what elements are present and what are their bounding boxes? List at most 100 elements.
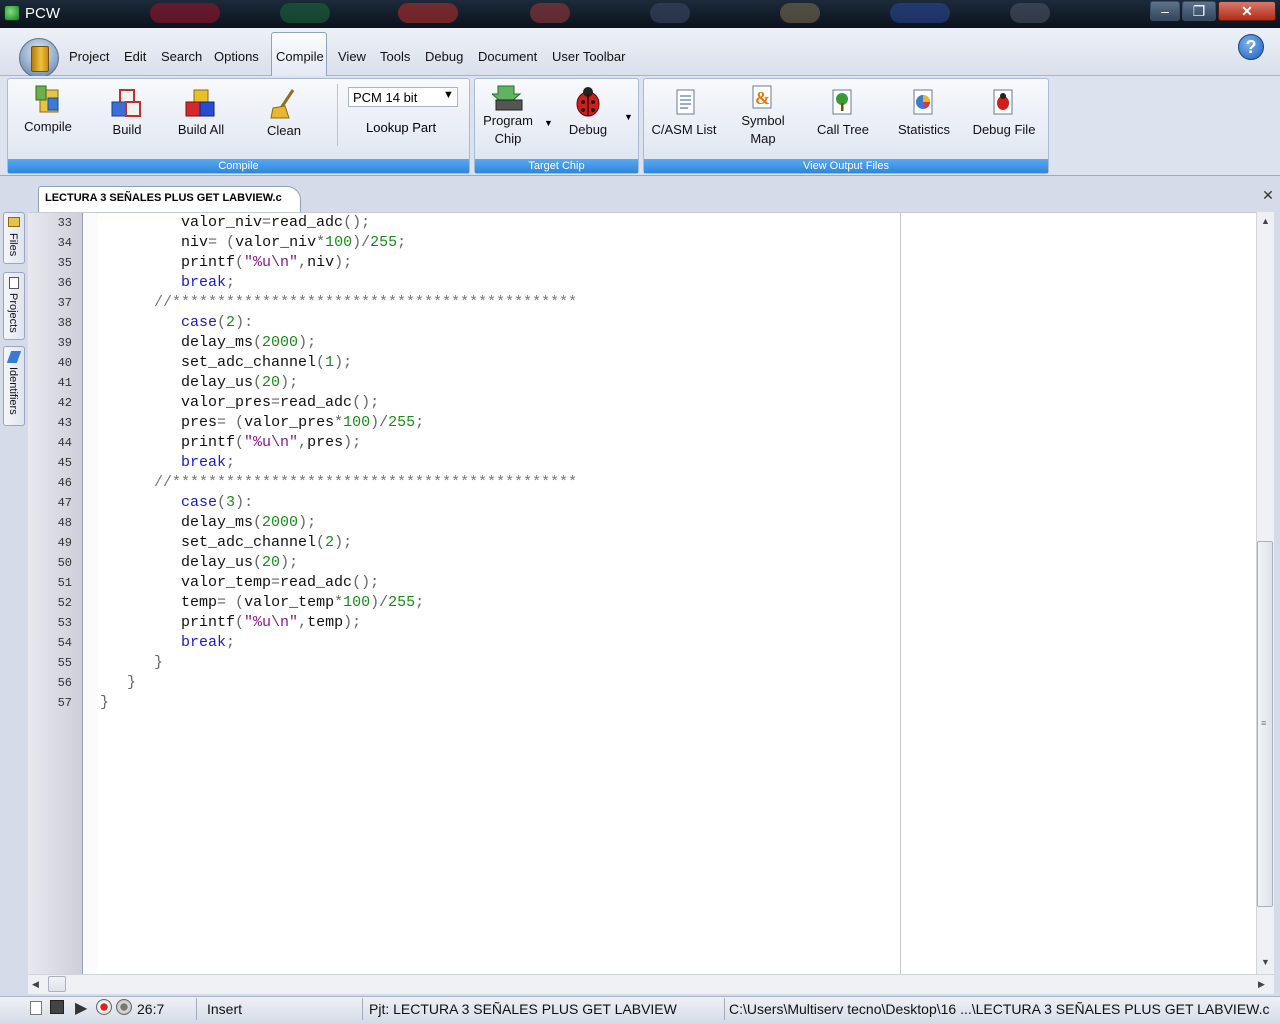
scroll-right-icon[interactable]: ▶ [1258, 979, 1265, 990]
menu-user-toolbar[interactable]: User Toolbar [552, 49, 625, 64]
statistics-button[interactable]: Statistics [893, 88, 955, 139]
build-all-button[interactable]: Build All [170, 88, 232, 139]
code-token: delay_ms [181, 514, 254, 531]
close-window-button[interactable]: ✕ [1218, 1, 1276, 21]
code-line: temp= (valor_temp*100)/255; [100, 594, 424, 611]
code-token: 255 [388, 414, 416, 431]
code-token: ); [334, 254, 353, 271]
document-tab-title: LECTURA 3 SEÑALES PLUS GET LABVIEW.c [45, 192, 282, 204]
code-token: = [262, 214, 272, 231]
help-button[interactable]: ? [1238, 34, 1264, 60]
compile-button[interactable]: Compile [18, 84, 78, 136]
sidebar-tab-projects[interactable]: Projects [3, 272, 25, 340]
broom-icon [270, 89, 295, 119]
code-token: printf [181, 254, 236, 271]
code-token: valor_temp [244, 594, 335, 611]
menu-tools[interactable]: Tools [380, 49, 410, 64]
debug-button[interactable]: Debug [562, 86, 614, 139]
save-icon[interactable] [50, 1000, 64, 1014]
scroll-up-icon[interactable]: ▲ [1261, 216, 1270, 226]
casm-list-button[interactable]: C/ASM List [648, 88, 720, 139]
debug-file-button[interactable]: Debug File [968, 88, 1040, 139]
sidebar-tab-identifiers[interactable]: Identifiers [3, 346, 25, 426]
code-token: } [154, 654, 164, 671]
menu-edit[interactable]: Edit [124, 49, 146, 64]
line-number: 37 [57, 296, 72, 310]
clean-button[interactable]: Clean [258, 88, 310, 140]
program-chip-dropdown-icon[interactable]: ▼ [544, 118, 553, 128]
code-token: ; [415, 594, 425, 611]
symbol-map-label-1: Symbol [741, 113, 785, 128]
horizontal-scrollbar[interactable]: ◀ ▶ [28, 974, 1274, 994]
call-tree-button[interactable]: Call Tree [812, 88, 874, 139]
menu-search[interactable]: Search [161, 49, 202, 64]
run-icon[interactable]: ▶ [75, 998, 87, 1018]
code-line: valor_niv=read_adc(); [100, 214, 370, 231]
symbol-map-button[interactable]: & Symbol Map [736, 84, 790, 148]
horizontal-scroll-thumb[interactable] [48, 976, 66, 992]
code-token: 2000 [262, 514, 299, 531]
code-token: ); [298, 334, 317, 351]
pcm-select[interactable]: PCM 14 bit ▼ [348, 87, 458, 107]
scroll-left-icon[interactable]: ◀ [32, 979, 39, 990]
sidebar-tab-files[interactable]: Files [3, 212, 25, 264]
line-number: 57 [57, 696, 72, 710]
menu-compile[interactable]: Compile [276, 49, 324, 64]
stop-icon[interactable] [116, 999, 132, 1015]
code-token: ( [235, 434, 245, 451]
menu-document[interactable]: Document [478, 49, 537, 64]
sidebar-tab-projects-label: Projects [7, 293, 19, 333]
menu-options[interactable]: Options [214, 49, 259, 64]
new-file-icon[interactable] [30, 1001, 42, 1015]
maximize-button[interactable]: ❐ [1182, 1, 1216, 21]
line-number: 36 [57, 276, 72, 290]
code-line: delay_us(20); [100, 374, 298, 391]
debug-dropdown-icon[interactable]: ▼ [624, 112, 633, 122]
taskbar-blur [780, 3, 820, 23]
project-icon [9, 277, 19, 289]
debug-label: Debug [568, 122, 608, 137]
lookup-part-button[interactable]: Lookup Part [366, 120, 436, 135]
code-token: 100 [343, 414, 371, 431]
code-token: 255 [388, 594, 416, 611]
document-tab[interactable]: LECTURA 3 SEÑALES PLUS GET LABVIEW.c [38, 186, 301, 212]
minimize-button[interactable]: – [1150, 1, 1180, 21]
close-document-icon[interactable]: ✕ [1260, 187, 1276, 203]
edit-mode: Insert [207, 1001, 243, 1017]
code-token: ); [298, 514, 317, 531]
code-token: ); [280, 554, 299, 571]
code-token: = [271, 574, 281, 591]
code-token: * [334, 594, 344, 611]
taskbar-blur [890, 3, 950, 23]
menu-project[interactable]: Project [69, 49, 109, 64]
line-number: 50 [57, 556, 72, 570]
taskbar-blur [650, 3, 690, 23]
line-number: 45 [57, 456, 72, 470]
program-chip-button[interactable]: Program Chip [478, 82, 538, 148]
record-icon[interactable] [96, 999, 112, 1015]
scroll-down-icon[interactable]: ▼ [1261, 957, 1270, 967]
taskbar-blur [1010, 3, 1050, 23]
vertical-scroll-thumb[interactable]: ≡ [1257, 541, 1273, 907]
build-button[interactable]: Build [98, 88, 156, 139]
group-label-compile: Compile [8, 159, 469, 173]
code-line: break; [100, 634, 235, 651]
menu-debug[interactable]: Debug [425, 49, 463, 64]
code-line: printf("%u\n",niv); [100, 254, 352, 271]
code-line: set_adc_channel(2); [100, 534, 352, 551]
code-token: )/ [370, 594, 389, 611]
grip-icon: ≡ [1261, 718, 1267, 728]
application-orb-button[interactable] [19, 38, 59, 78]
code-token: valor_niv [181, 214, 263, 231]
menu-view[interactable]: View [338, 49, 366, 64]
line-number: 47 [57, 496, 72, 510]
line-number: 56 [57, 676, 72, 690]
code-editor[interactable]: 33 34 35 36 37 38 39 40 41 42 43 44 45 46 47 48 49 50 51 52… [28, 212, 1256, 975]
code-token: ( [253, 374, 263, 391]
